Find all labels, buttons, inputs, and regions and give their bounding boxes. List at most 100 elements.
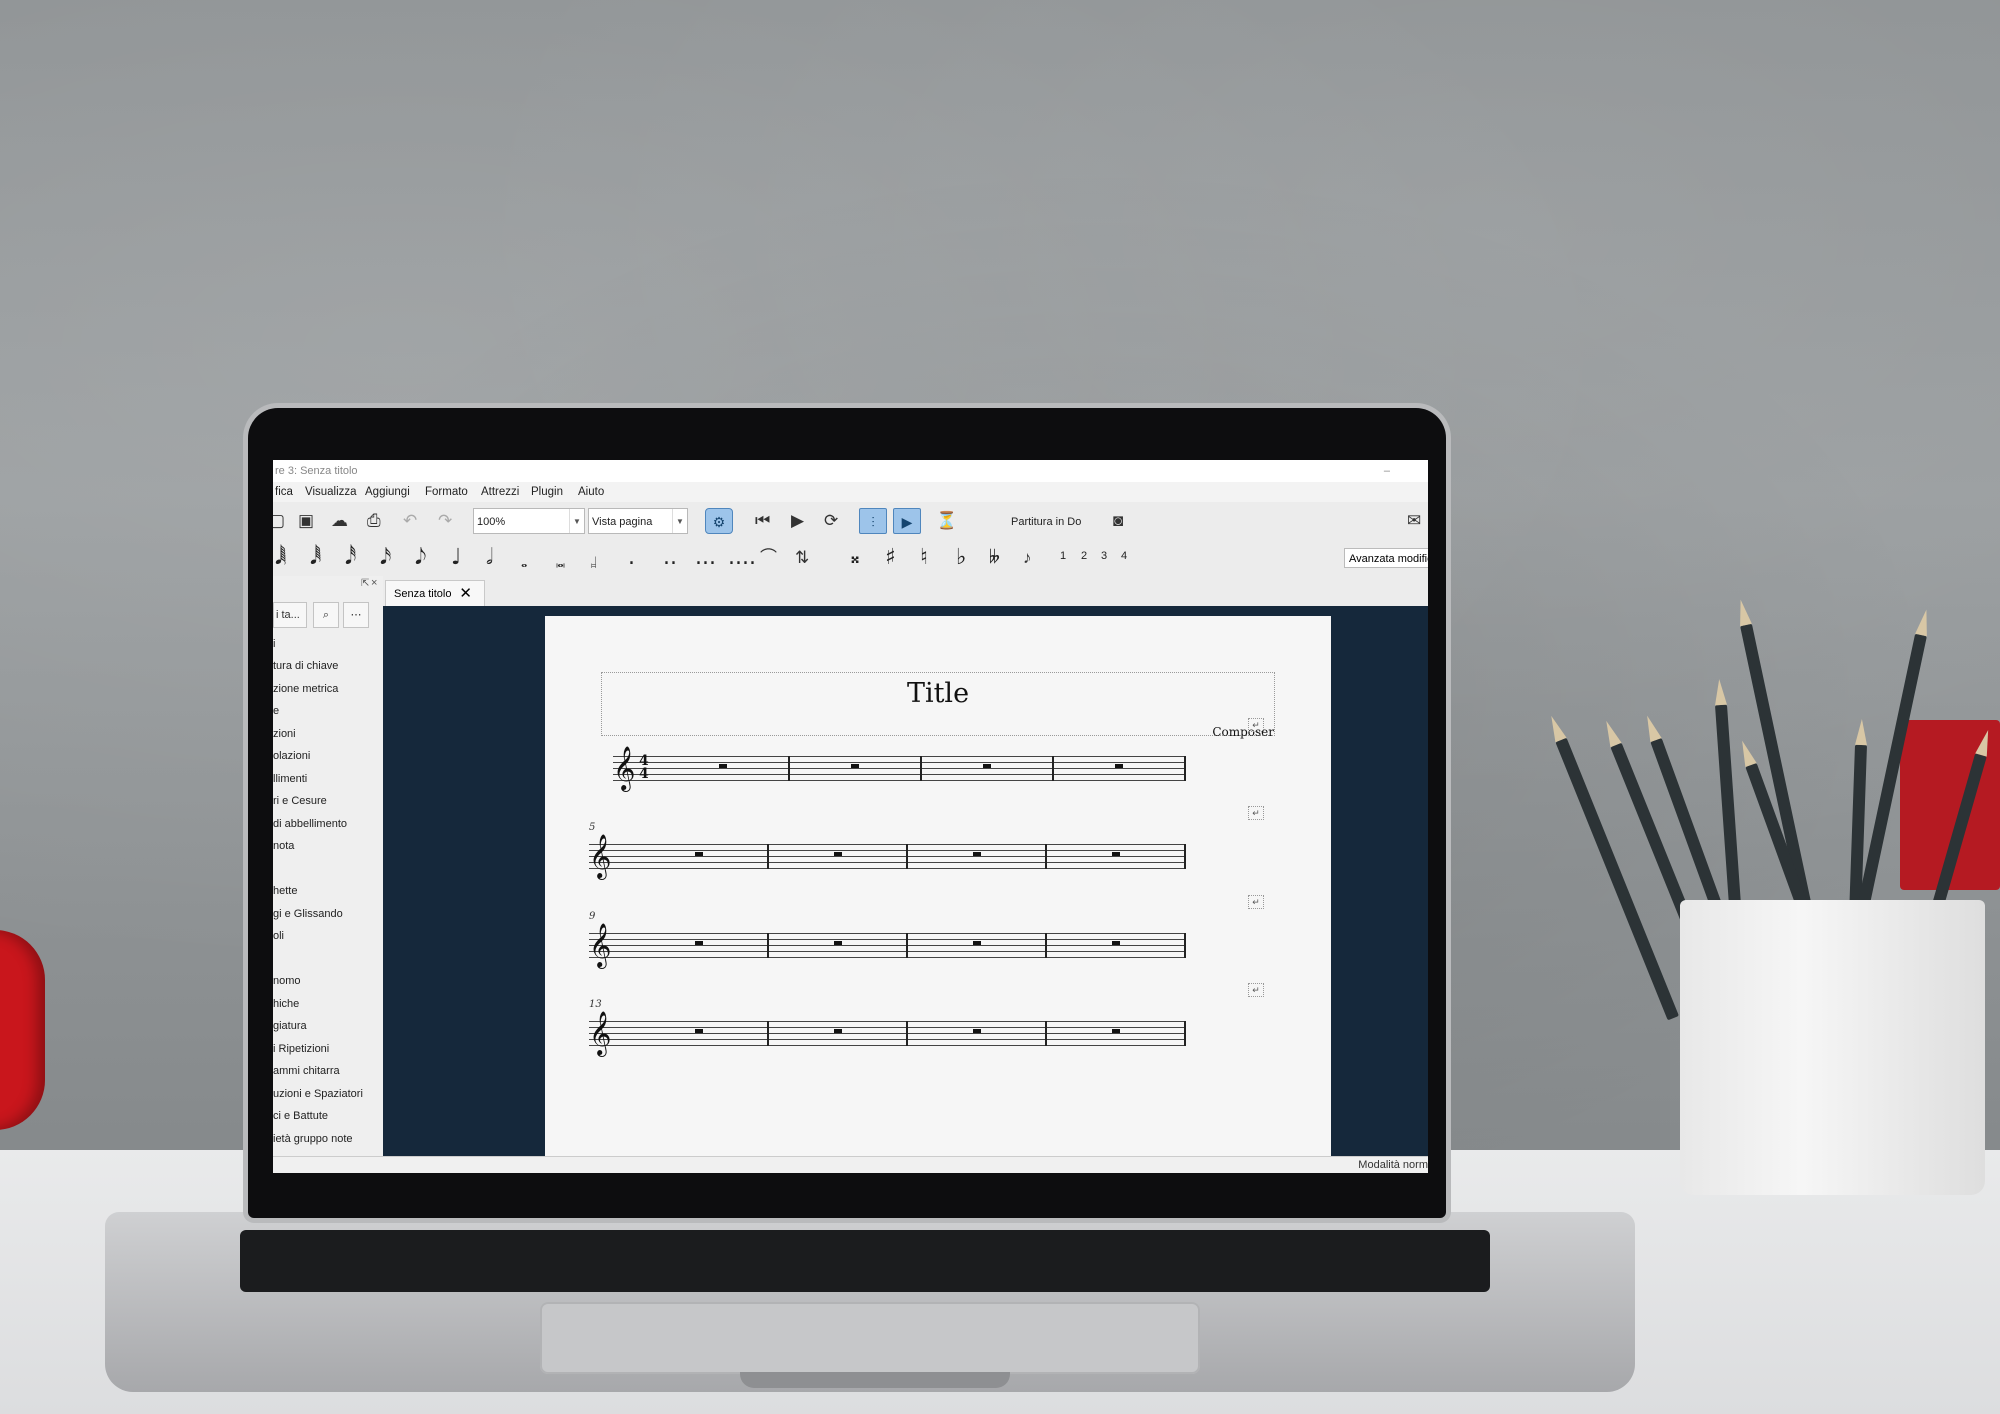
camera-icon[interactable]: ◙: [1113, 510, 1123, 532]
duration-longa-button[interactable]: 𝅜: [556, 549, 565, 575]
redo-icon[interactable]: ↷: [438, 510, 452, 532]
whole-rest[interactable]: [1115, 764, 1123, 768]
palette-item[interactable]: hiche: [273, 998, 299, 1010]
system-break-icon[interactable]: ↵: [1248, 895, 1264, 909]
menu-visualizza[interactable]: Visualizza: [305, 482, 357, 502]
treble-clef[interactable]: 𝄞: [613, 743, 635, 793]
whole-rest[interactable]: [694, 852, 703, 856]
duration-32nd-button[interactable]: 𝅘𝅥𝅱: [310, 545, 321, 571]
quadruple-dot-button[interactable]: ....: [728, 545, 756, 571]
concert-pitch-button[interactable]: Partitura in Do: [1011, 516, 1081, 528]
voice-1-button[interactable]: 1: [1060, 550, 1066, 562]
duration-half-button[interactable]: ♩: [451, 545, 461, 571]
whole-rest[interactable]: [1111, 1029, 1120, 1033]
duration-8th-button[interactable]: 𝅘𝅥𝅯: [380, 545, 391, 571]
whole-rest[interactable]: [833, 1029, 842, 1033]
palette-item[interactable]: uzioni e Spaziatori: [273, 1088, 363, 1100]
staff-system[interactable]: 𝄞 4 4: [613, 746, 1186, 790]
menu-formato[interactable]: Formato: [425, 482, 468, 502]
palette-item[interactable]: di abbellimento: [273, 818, 347, 830]
dot-button[interactable]: .: [628, 545, 635, 571]
loop-in-icon[interactable]: ⫶: [859, 508, 887, 534]
palette-item[interactable]: ietà gruppo note: [273, 1133, 353, 1145]
title-frame[interactable]: Title Composer: [601, 672, 1275, 739]
whole-rest[interactable]: [833, 852, 842, 856]
view-mode-select[interactable]: Vista pagina ▼: [588, 508, 688, 534]
palette-item[interactable]: tura di chiave: [273, 660, 338, 672]
treble-clef[interactable]: 𝄞: [589, 831, 611, 881]
double-flat-button[interactable]: 𝄫: [989, 545, 1000, 571]
whole-rest[interactable]: [983, 764, 991, 768]
staff-system[interactable]: 𝄞: [589, 923, 1186, 967]
palette-item[interactable]: giatura: [273, 1020, 307, 1032]
system-break-icon[interactable]: ↵: [1248, 983, 1264, 997]
palette-item[interactable]: llimenti: [273, 773, 307, 785]
search-icon[interactable]: ⌕: [313, 602, 339, 628]
palette-item[interactable]: nota: [273, 840, 294, 852]
loop-out-icon[interactable]: ▶: [893, 508, 921, 534]
palette-item[interactable]: zioni: [273, 728, 296, 740]
whole-rest[interactable]: [972, 1029, 981, 1033]
zoom-select[interactable]: 100% ▼: [473, 508, 585, 534]
whole-rest[interactable]: [719, 764, 727, 768]
palette-item[interactable]: ammi chitarra: [273, 1065, 340, 1077]
palette-item[interactable]: olazioni: [273, 750, 310, 762]
voice-3-button[interactable]: 3: [1101, 550, 1107, 562]
menu-attrezzi[interactable]: Attrezzi: [481, 482, 519, 502]
save-icon[interactable]: ▣: [298, 510, 314, 532]
rewind-icon[interactable]: ⏮: [755, 510, 770, 532]
minimize-button[interactable]: –: [1384, 460, 1390, 482]
tie-icon[interactable]: ⌒: [760, 547, 777, 569]
score-title[interactable]: Title: [602, 673, 1274, 715]
whole-rest[interactable]: [694, 941, 703, 945]
staff-system[interactable]: 𝄞: [589, 1011, 1186, 1055]
palette-item[interactable]: hette: [273, 885, 297, 897]
whole-rest[interactable]: [1111, 852, 1120, 856]
rest-button[interactable]: 𝆷: [591, 549, 597, 575]
palette-item[interactable]: ri e Cesure: [273, 795, 327, 807]
voice-2-button[interactable]: 2: [1081, 550, 1087, 562]
time-signature[interactable]: 44: [639, 754, 649, 781]
palette-item[interactable]: nomo: [273, 975, 301, 987]
palette-item[interactable]: oli: [273, 930, 284, 942]
palette-item[interactable]: e: [273, 705, 279, 717]
score-canvas[interactable]: Title Composer 𝄞 4 4 ↵ 𝄞 5 ↵ 𝄞 9 ↵ 𝄞 13 ↵: [383, 606, 1428, 1156]
tab-score[interactable]: Senza titolo ✕: [385, 580, 485, 606]
menu-aiuto[interactable]: Aiuto: [578, 482, 604, 502]
whole-rest[interactable]: [972, 941, 981, 945]
double-sharp-button[interactable]: 𝄪: [851, 545, 859, 571]
whole-rest[interactable]: [1111, 941, 1120, 945]
triple-dot-button[interactable]: ...: [695, 545, 716, 571]
palette-item[interactable]: zione metrica: [273, 683, 338, 695]
system-break-icon[interactable]: ↵: [1248, 718, 1264, 732]
menu-plugin[interactable]: Plugin: [531, 482, 563, 502]
float-icon[interactable]: ⇱: [361, 578, 369, 589]
close-icon[interactable]: ×: [371, 577, 377, 589]
more-options-button[interactable]: ⋯: [343, 602, 369, 628]
duration-breve-button[interactable]: 𝅝: [521, 549, 527, 575]
menu-aggiungi[interactable]: Aggiungi: [365, 482, 410, 502]
flat-button[interactable]: ♭: [956, 545, 966, 571]
natural-button[interactable]: ♮: [920, 545, 928, 571]
new-file-icon[interactable]: ▢: [273, 510, 285, 532]
undo-icon[interactable]: ↶: [403, 510, 417, 532]
palette-item[interactable]: i: [273, 638, 275, 650]
voice-4-button[interactable]: 4: [1121, 550, 1127, 562]
whole-rest[interactable]: [694, 1029, 703, 1033]
flip-note-icon[interactable]: ♪: [1023, 547, 1032, 569]
system-break-icon[interactable]: ↵: [1248, 806, 1264, 820]
palette-item[interactable]: i Ripetizioni: [273, 1043, 329, 1055]
palette-item[interactable]: gi e Glissando: [273, 908, 343, 920]
treble-clef[interactable]: 𝄞: [589, 920, 611, 970]
close-icon[interactable]: ✕: [459, 581, 472, 607]
palette-item[interactable]: ci e Battute: [273, 1110, 328, 1122]
duration-quarter-button[interactable]: 𝅘𝅥𝅮: [415, 545, 426, 571]
duration-64th-button[interactable]: 𝅘𝅥𝅲: [275, 545, 286, 571]
print-icon[interactable]: ⎙: [367, 510, 381, 532]
sharp-button[interactable]: ♯: [885, 545, 896, 571]
whole-rest[interactable]: [972, 852, 981, 856]
loop-icon[interactable]: ⟳: [824, 510, 838, 532]
whole-rest[interactable]: [833, 941, 842, 945]
menu-modifica[interactable]: fica: [275, 482, 293, 502]
treble-clef[interactable]: 𝄞: [589, 1008, 611, 1058]
